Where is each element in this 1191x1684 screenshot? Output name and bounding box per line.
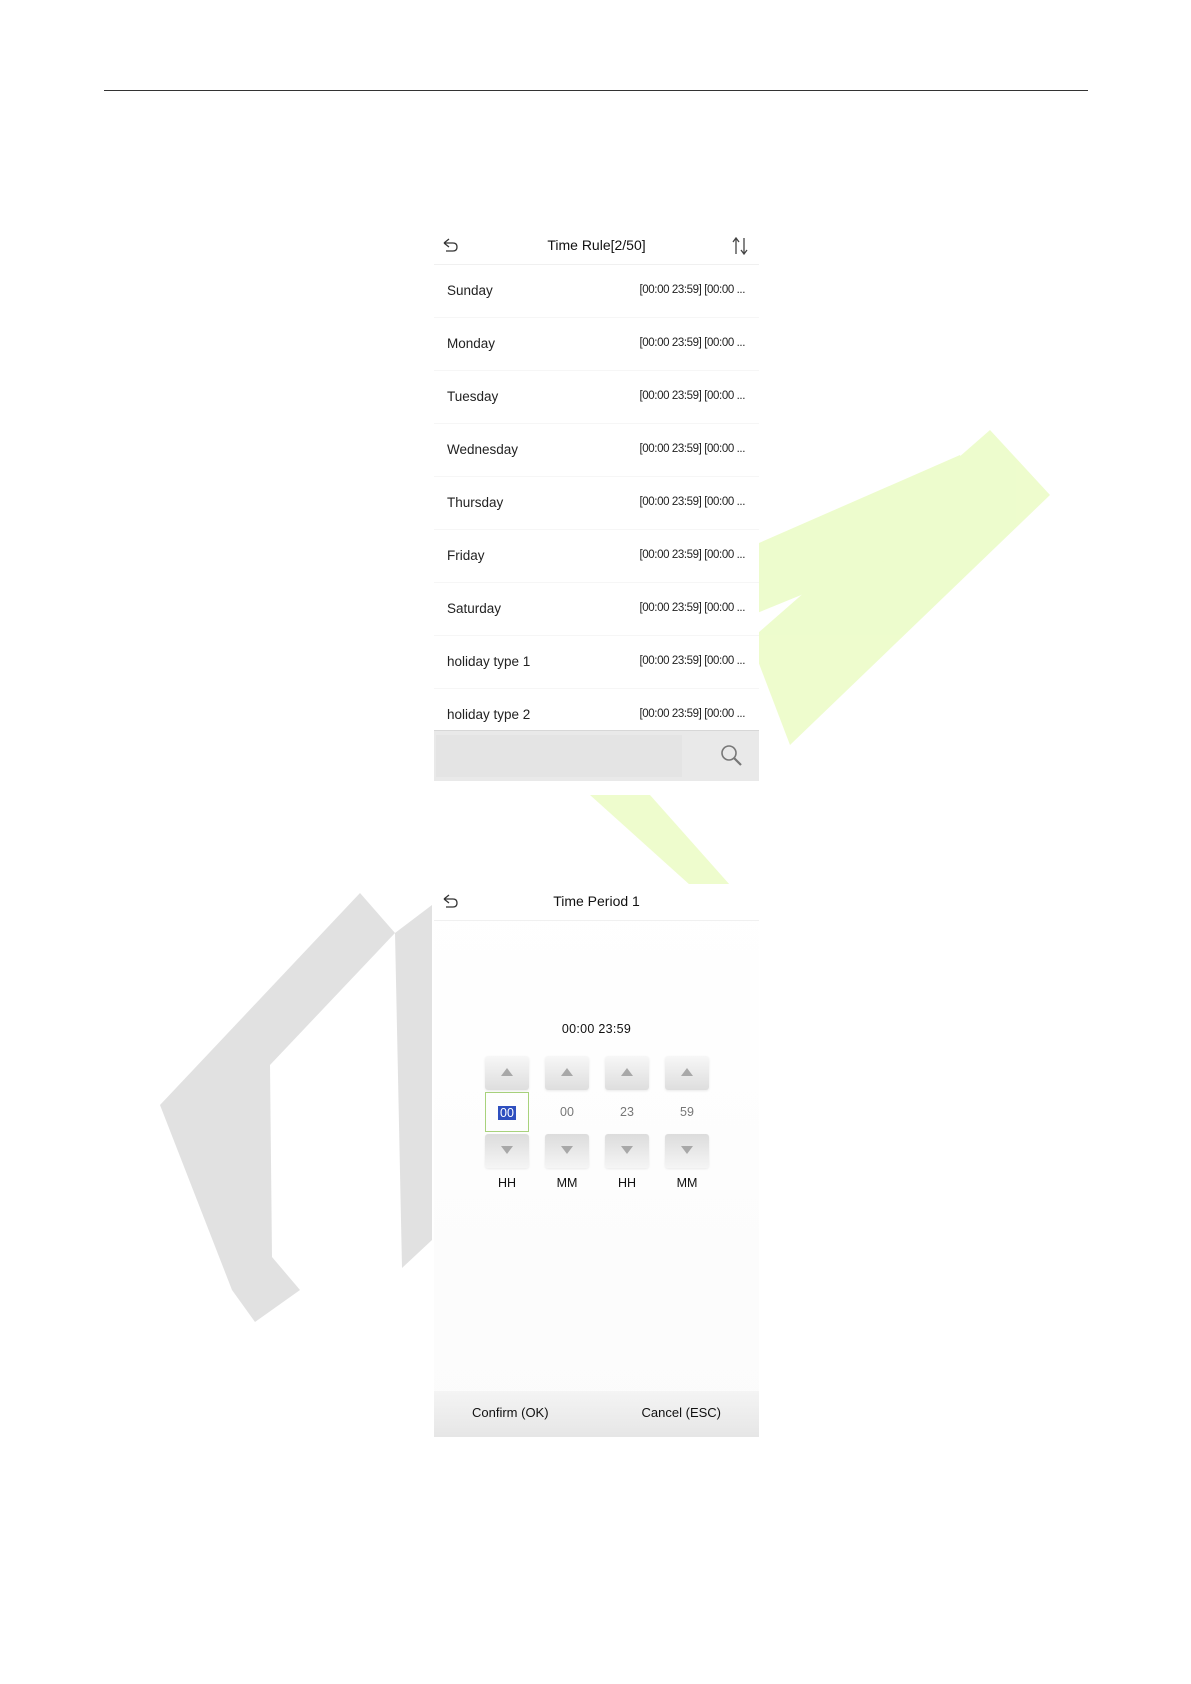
time-range-display: 00:00 23:59 bbox=[561, 1022, 632, 1036]
up-arrow-icon bbox=[561, 1068, 573, 1076]
page-title: Time Rule[2/50] bbox=[547, 237, 646, 253]
search-icon[interactable] bbox=[719, 743, 745, 769]
up-arrow-icon bbox=[501, 1068, 513, 1076]
time-period-screen: Time Period 1 00:00 23:59 00 HH 00 MM 23… bbox=[434, 884, 759, 1437]
list-item[interactable]: Monday [00:00 23:59] [00:00 ... bbox=[434, 318, 759, 371]
list-item[interactable]: holiday type 1 [00:00 23:59] [00:00 ... bbox=[434, 636, 759, 689]
increment-button[interactable] bbox=[605, 1056, 649, 1090]
end-minute-spinner: 59 MM bbox=[664, 1056, 710, 1190]
time-ranges: [00:00 23:59] [00:00 ... bbox=[639, 337, 746, 349]
up-arrow-icon bbox=[621, 1068, 633, 1076]
decrement-button[interactable] bbox=[665, 1134, 709, 1168]
day-name: Tuesday bbox=[447, 389, 499, 404]
unit-label: HH bbox=[497, 1176, 517, 1190]
down-arrow-icon bbox=[621, 1146, 633, 1154]
time-rule-list: Sunday [00:00 23:59] [00:00 ... Monday [00… bbox=[434, 265, 759, 742]
search-input[interactable] bbox=[436, 735, 682, 777]
day-name: Saturday bbox=[447, 601, 502, 616]
end-hour-spinner: 23 HH bbox=[604, 1056, 650, 1190]
decrement-button[interactable] bbox=[605, 1134, 649, 1168]
confirm-button[interactable]: Confirm (OK) bbox=[472, 1405, 549, 1420]
down-arrow-icon bbox=[561, 1146, 573, 1154]
time-rule-screen: Time Rule[2/50] Sunday [00:00 23:59] [00:… bbox=[434, 228, 759, 781]
spinner-value[interactable]: 00 bbox=[485, 1092, 529, 1132]
time-ranges: [00:00 23:59] [00:00 ... bbox=[639, 549, 746, 561]
time-ranges: [00:00 23:59] [00:00 ... bbox=[639, 390, 746, 402]
sort-arrows-icon[interactable] bbox=[731, 236, 749, 256]
day-name: Monday bbox=[447, 336, 496, 351]
day-name: Wednesday bbox=[447, 442, 519, 457]
list-item[interactable]: Friday [00:00 23:59] [00:00 ... bbox=[434, 530, 759, 583]
decrement-button[interactable] bbox=[485, 1134, 529, 1168]
day-name: holiday type 2 bbox=[447, 707, 531, 722]
list-item[interactable]: Tuesday [00:00 23:59] [00:00 ... bbox=[434, 371, 759, 424]
title-bar: Time Rule[2/50] bbox=[434, 228, 759, 265]
title-bar: Time Period 1 bbox=[434, 884, 759, 921]
increment-button[interactable] bbox=[545, 1056, 589, 1090]
list-item[interactable]: Wednesday [00:00 23:59] [00:00 ... bbox=[434, 424, 759, 477]
list-item[interactable]: Saturday [00:00 23:59] [00:00 ... bbox=[434, 583, 759, 636]
time-ranges: [00:00 23:59] [00:00 ... bbox=[639, 602, 746, 614]
unit-label: MM bbox=[676, 1176, 698, 1190]
increment-button[interactable] bbox=[665, 1056, 709, 1090]
day-name: Friday bbox=[447, 548, 485, 563]
button-bar: Confirm (OK) Cancel (ESC) bbox=[434, 1391, 759, 1437]
header-rule bbox=[104, 90, 1088, 91]
day-name: Sunday bbox=[447, 283, 493, 298]
time-ranges: [00:00 23:59] [00:00 ... bbox=[639, 284, 746, 296]
decrement-button[interactable] bbox=[545, 1134, 589, 1168]
start-minute-spinner: 00 MM bbox=[544, 1056, 590, 1190]
unit-label: MM bbox=[556, 1176, 578, 1190]
down-arrow-icon bbox=[681, 1146, 693, 1154]
unit-label: HH bbox=[617, 1176, 637, 1190]
day-name: holiday type 1 bbox=[447, 654, 531, 669]
search-bar bbox=[434, 730, 759, 781]
list-item[interactable]: Sunday [00:00 23:59] [00:00 ... bbox=[434, 265, 759, 318]
start-hour-spinner: 00 HH bbox=[484, 1056, 530, 1190]
spinner-value[interactable]: 59 bbox=[665, 1092, 709, 1132]
down-arrow-icon bbox=[501, 1146, 513, 1154]
time-ranges: [00:00 23:59] [00:00 ... bbox=[639, 655, 746, 667]
up-arrow-icon bbox=[681, 1068, 693, 1076]
increment-button[interactable] bbox=[485, 1056, 529, 1090]
time-spinners: 00 HH 00 MM 23 HH 59 MM bbox=[484, 1056, 712, 1206]
time-ranges: [00:00 23:59] [00:00 ... bbox=[639, 443, 746, 455]
spinner-value[interactable]: 23 bbox=[605, 1092, 649, 1132]
day-name: Thursday bbox=[447, 495, 504, 510]
list-item[interactable]: Thursday [00:00 23:59] [00:00 ... bbox=[434, 477, 759, 530]
time-ranges: [00:00 23:59] [00:00 ... bbox=[639, 708, 746, 720]
cancel-button[interactable]: Cancel (ESC) bbox=[642, 1405, 721, 1420]
spinner-value[interactable]: 00 bbox=[545, 1092, 589, 1132]
page-title: Time Period 1 bbox=[553, 893, 640, 909]
time-ranges: [00:00 23:59] [00:00 ... bbox=[639, 496, 746, 508]
